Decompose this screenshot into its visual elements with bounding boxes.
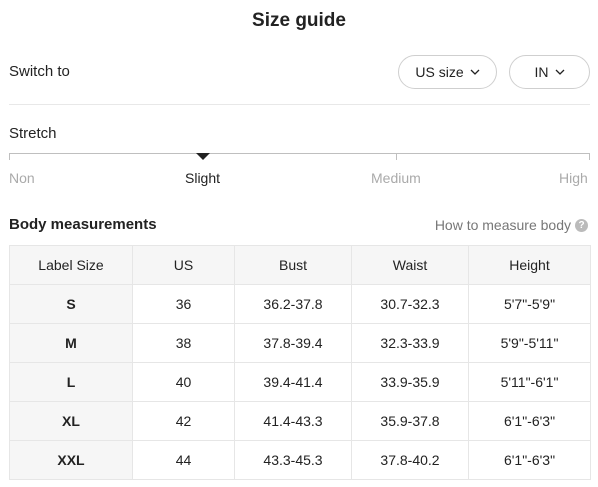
cell-us: 40: [132, 362, 235, 402]
page-title: Size guide: [252, 10, 346, 31]
stretch-tick: [396, 153, 397, 160]
cell-label-size: L: [9, 362, 133, 402]
switch-to-label: Switch to: [9, 63, 70, 80]
cell-label-size: S: [9, 284, 133, 324]
cell-bust: 43.3-45.3: [234, 440, 352, 480]
chevron-down-icon: [470, 69, 480, 75]
cell-us: 44: [132, 440, 235, 480]
chevron-down-icon: [555, 69, 564, 75]
size-system-value: US size: [415, 64, 464, 80]
cell-waist: 33.9-35.9: [351, 362, 469, 402]
table-row: M 38 37.8-39.4 32.3-33.9 5'9"-5'11": [9, 323, 591, 363]
header-waist: Waist: [351, 245, 469, 285]
stretch-title: Stretch: [9, 125, 57, 142]
table-row: S 36 36.2-37.8 30.7-32.3 5'7"-5'9": [9, 284, 591, 324]
stretch-level-medium: Medium: [371, 170, 421, 186]
cell-bust: 41.4-43.3: [234, 401, 352, 441]
cell-us: 38: [132, 323, 235, 363]
cell-bust: 36.2-37.8: [234, 284, 352, 324]
stretch-level-slight: Slight: [185, 170, 221, 186]
unit-value: IN: [534, 64, 549, 80]
section-divider: [9, 104, 590, 105]
cell-height: 6'1"-6'3": [468, 401, 591, 441]
cell-bust: 37.8-39.4: [234, 323, 352, 363]
stretch-level-non: Non: [9, 170, 35, 186]
cell-height: 6'1"-6'3": [468, 440, 591, 480]
unit-dropdown[interactable]: IN: [509, 55, 590, 89]
cell-label-size: XXL: [9, 440, 133, 480]
header-height: Height: [468, 245, 591, 285]
cell-bust: 39.4-41.4: [234, 362, 352, 402]
cell-label-size: M: [9, 323, 133, 363]
stretch-marker-icon: [196, 153, 210, 160]
table-header-row: Label Size US Bust Waist Height: [9, 245, 591, 285]
size-system-dropdown[interactable]: US size: [398, 55, 497, 89]
header-label-size: Label Size: [9, 245, 133, 285]
how-to-measure-label: How to measure body: [434, 217, 571, 233]
cell-height: 5'9"-5'11": [468, 323, 591, 363]
header-us: US: [132, 245, 235, 285]
body-measurements-title: Body measurements: [9, 216, 157, 233]
table-row: XL 42 41.4-43.3 35.9-37.8 6'1"-6'3": [9, 401, 591, 441]
stretch-scale-track: [9, 153, 590, 154]
stretch-level-high: High: [559, 170, 588, 186]
cell-waist: 35.9-37.8: [351, 401, 469, 441]
cell-height: 5'11"-6'1": [468, 362, 591, 402]
header-bust: Bust: [234, 245, 352, 285]
size-table: Label Size US Bust Waist Height S 36 36.…: [9, 245, 591, 480]
cell-us: 42: [132, 401, 235, 441]
cell-waist: 37.8-40.2: [351, 440, 469, 480]
cell-waist: 32.3-33.9: [351, 323, 469, 363]
how-to-measure-link[interactable]: How to measure body ?: [435, 215, 588, 235]
table-row: XXL 44 43.3-45.3 37.8-40.2 6'1"-6'3": [9, 440, 591, 480]
stretch-tick: [589, 153, 590, 160]
cell-us: 36: [132, 284, 235, 324]
question-icon: ?: [575, 218, 588, 232]
stretch-tick: [9, 153, 10, 160]
cell-waist: 30.7-32.3: [351, 284, 469, 324]
table-row: L 40 39.4-41.4 33.9-35.9 5'11"-6'1": [9, 362, 591, 402]
cell-height: 5'7"-5'9": [468, 284, 591, 324]
cell-label-size: XL: [9, 401, 133, 441]
